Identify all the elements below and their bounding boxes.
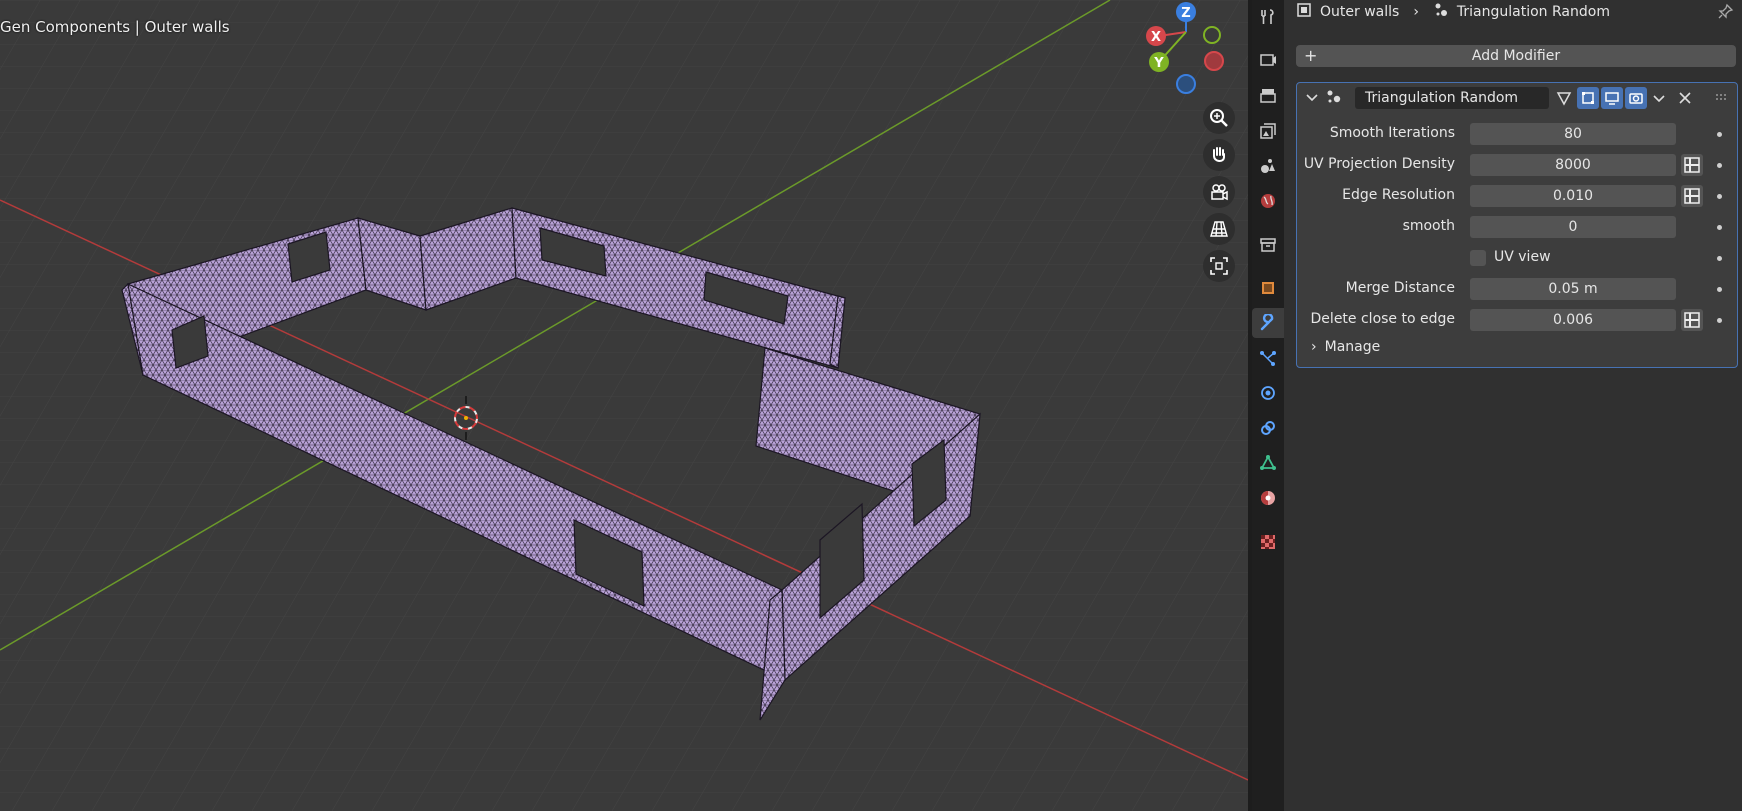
field-row: Smooth Iterations 80 [1297,123,1737,147]
gizmo-y-label: Y [1153,56,1164,71]
scene-icon[interactable] [1252,151,1284,181]
object-name: Outer walls [144,18,230,36]
keyframe-dot-icon[interactable] [1717,163,1722,168]
manage-label: Manage [1324,339,1381,355]
hand-icon[interactable] [1203,139,1235,171]
title-separator: | [130,18,145,36]
keyframe-dot-icon[interactable] [1717,287,1722,292]
breadcrumb-modifier: Triangulation Random [1456,4,1610,20]
add-modifier-label: Add Modifier [1471,48,1561,64]
breadcrumb-object: Outer walls [1320,4,1400,20]
keyframe-dot-icon[interactable] [1717,194,1722,199]
field-label: Delete close to edge [1310,311,1455,327]
navigation-gizmo[interactable]: Z X Y [1140,0,1240,104]
object-icon[interactable] [1252,273,1284,303]
manage-subpanel-toggle[interactable]: › Manage [1311,339,1380,355]
viewport-title: Gen Components | Outer walls [0,18,230,36]
zoom-icon[interactable] [1203,102,1235,134]
neg-z-axis-handle [1176,74,1196,94]
output-icon[interactable] [1252,80,1284,110]
frame-icon[interactable] [1203,250,1235,282]
material-icon[interactable] [1252,483,1284,513]
dropdown-icon[interactable] [1652,91,1666,110]
tool-icon[interactable] [1252,2,1284,32]
uv-projection-density-field[interactable]: 8000 [1470,154,1676,176]
merge-distance-field[interactable]: 0.05 m [1470,278,1676,300]
render-icon[interactable] [1252,44,1284,74]
checkbox-row: UV view [1297,247,1737,271]
viewport-display-icon[interactable] [1601,87,1623,109]
collection-icon[interactable] [1252,230,1284,260]
field-label: smooth [1402,218,1455,234]
keyframe-dot-icon[interactable] [1717,132,1722,137]
modifier-name-field[interactable]: Triangulation Random [1355,87,1549,109]
grid-icon[interactable] [1203,213,1235,245]
neg-x-axis-handle [1204,51,1224,71]
uv-view-checkbox[interactable] [1470,250,1486,266]
gizmo-x-label: X [1151,30,1161,45]
gizmo-z-label: Z [1181,6,1190,21]
field-row: Merge Distance 0.05 m [1297,278,1737,302]
breadcrumb: Outer walls › Triangulation Random [1296,0,1610,24]
field-row: Delete close to edge 0.006 [1297,309,1737,333]
keyframe-dot-icon[interactable] [1717,256,1722,261]
drag-handle-icon[interactable] [1715,90,1729,109]
geometry-nodes-icon [1433,2,1449,22]
geometry-nodes-icon [1325,89,1343,109]
modifier-icon[interactable] [1252,308,1284,338]
attribute-toggle-icon[interactable] [1681,309,1703,331]
camera-icon[interactable] [1203,176,1235,208]
object-type-icon [1296,2,1312,22]
edge-resolution-field[interactable]: 0.010 [1470,185,1676,207]
field-label: UV Projection Density [1303,156,1455,172]
world-icon[interactable] [1252,186,1284,216]
uv-view-label: UV view [1494,249,1551,265]
plus-icon: + [1304,46,1318,65]
render-camera-icon[interactable] [1625,87,1647,109]
chevron-down-icon[interactable] [1305,89,1319,108]
chevron-right-icon: › [1413,4,1419,20]
constraints-icon[interactable] [1252,413,1284,443]
attribute-toggle-icon[interactable] [1681,154,1703,176]
collection-name: Gen Components [0,18,131,36]
delete-close-to-edge-field[interactable]: 0.006 [1470,309,1676,331]
viewport-scene [0,0,1248,811]
data-icon[interactable] [1252,448,1284,478]
keyframe-dot-icon[interactable] [1717,318,1722,323]
field-row: smooth 0 [1297,216,1737,240]
pin-icon[interactable] [1718,3,1734,23]
view-layer-icon[interactable] [1252,116,1284,146]
modifier-header: Triangulation Random [1297,83,1737,115]
neg-y-axis-handle [1203,26,1221,44]
close-icon[interactable] [1678,90,1692,109]
smooth-field[interactable]: 0 [1470,216,1676,238]
field-label: Merge Distance [1345,280,1455,296]
add-modifier-button[interactable]: + Add Modifier [1296,45,1736,67]
attribute-toggle-icon[interactable] [1681,185,1703,207]
properties-tabs [1252,0,1284,811]
field-row: UV Projection Density 8000 [1297,154,1737,178]
properties-editor: Outer walls › Triangulation Random + Add… [1284,0,1742,811]
field-label: Smooth Iterations [1329,125,1455,141]
modifier-panel: Triangulation Random Smooth Iterations 8… [1296,82,1738,368]
field-row: Edge Resolution 0.010 [1297,185,1737,209]
chevron-right-icon: › [1311,339,1317,355]
field-label: Edge Resolution [1342,187,1455,203]
3d-viewport[interactable]: Gen Components | Outer walls Z X Y [0,0,1248,811]
edit-mode-icon[interactable] [1577,87,1599,109]
edit-mode-cage-icon[interactable] [1553,87,1575,109]
keyframe-dot-icon[interactable] [1717,225,1722,230]
particles-icon[interactable] [1252,343,1284,373]
smooth-iterations-field[interactable]: 80 [1470,123,1676,145]
physics-icon[interactable] [1252,378,1284,408]
texture-icon[interactable] [1252,527,1284,557]
